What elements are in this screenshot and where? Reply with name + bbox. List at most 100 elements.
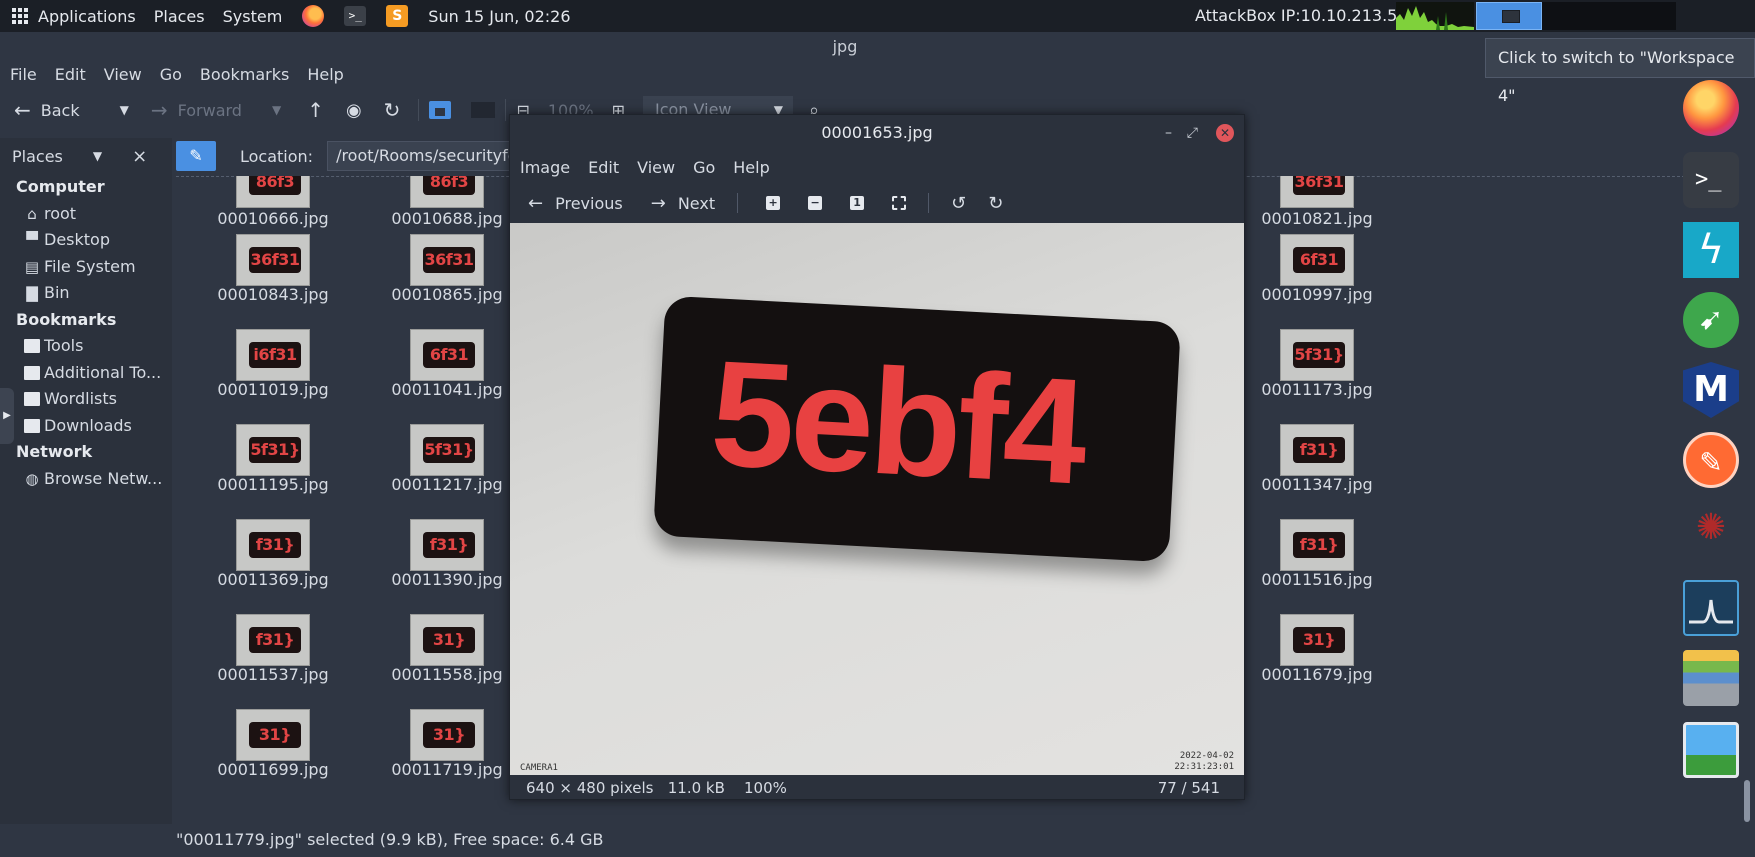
image-index: 77 / 541 [1157,779,1220,797]
workspace-3-button[interactable] [1476,2,1542,30]
previous-button[interactable]: ← Previous [528,193,623,214]
bug-icon[interactable]: ✺ [1683,508,1739,548]
system-menu[interactable]: System [223,7,283,26]
menu-file[interactable]: File [10,62,37,88]
location-input[interactable]: /root/Rooms/securityfo [327,141,518,171]
menu-edit[interactable]: Edit [588,158,619,177]
applications-menu[interactable]: Applications [12,7,136,26]
zoom-out-icon[interactable]: − [808,196,823,210]
burp-suite-icon[interactable]: ✎ [1683,432,1739,488]
next-label: Next [677,193,716,213]
file-icon-item[interactable]: 31} 00011679.jpg [1220,614,1400,709]
sidebar-item-downloads[interactable]: Downloads [0,413,172,440]
zoom-in-icon[interactable]: + [766,196,781,210]
sidebar-item-additional-tools[interactable]: Additional To... [0,360,172,387]
file-icon-item[interactable]: 5f31} 00011195.jpg [176,424,356,519]
sidebar-toggle-handle[interactable]: ▶ [0,388,14,444]
scrollbar[interactable] [1744,780,1750,822]
sidebar-item-tools[interactable]: Tools [0,333,172,360]
home-folder-icon[interactable] [429,101,452,119]
window-title: jpg [832,37,858,56]
file-manager-menubar: File Edit View Go Bookmarks Help [0,62,352,88]
file-icon-item[interactable]: 5f31} 00011173.jpg [1220,329,1400,424]
sidebar-item-label: Bin [44,283,70,302]
file-icon-item[interactable]: f31} 00011516.jpg [1220,519,1400,614]
next-button[interactable]: → Next [651,193,715,214]
file-icon-item[interactable]: 6f31 00011041.jpg [350,329,530,424]
file-icon-item[interactable]: 31} 00011719.jpg [350,709,530,804]
menu-image[interactable]: Image [520,158,570,177]
reload-icon[interactable]: ↻ [384,98,401,122]
menu-bookmarks[interactable]: Bookmarks [200,62,289,88]
terminal-icon[interactable]: >_ [1683,152,1739,208]
file-icon-item[interactable]: 31} 00011699.jpg [176,709,356,804]
computer-icon[interactable] [471,102,496,118]
file-icon-item[interactable]: f31} 00011369.jpg [176,519,356,614]
thumbnail-plate-text: 5f31} [1293,342,1345,368]
sidebar-item-file-system[interactable]: ▤ File System [0,254,172,281]
wireshark-icon[interactable] [1683,580,1739,636]
menu-edit[interactable]: Edit [55,62,86,88]
file-icon-item[interactable]: i6f31 00011019.jpg [176,329,356,424]
file-icon-item[interactable]: 31} 00011558.jpg [350,614,530,709]
sidebar-item-desktop[interactable]: ▀ Desktop [0,227,172,254]
menu-view[interactable]: View [104,62,142,88]
clock[interactable]: Sun 15 Jun, 02:26 [428,7,570,26]
edit-location-pencil-icon[interactable]: ✎ [176,141,216,171]
image-viewer-icon[interactable] [1683,722,1739,778]
thumbnail-plate-text: 36f31 [1293,176,1345,195]
file-icon-item[interactable]: 5f31} 00011217.jpg [350,424,530,519]
thumbnail-plate-text: f31} [1293,532,1345,558]
section-bookmarks: Bookmarks [16,309,117,329]
close-icon[interactable]: × [132,146,147,167]
file-icon-item[interactable]: f31} 00011537.jpg [176,614,356,709]
image-thumbnail: 6f31 [410,329,484,381]
rotate-right-icon[interactable]: ↻ [988,193,1003,214]
up-arrow-icon[interactable]: ↑ [307,98,324,122]
rocket-icon[interactable]: ➹ [1683,292,1739,348]
firefox-launcher-icon[interactable] [302,5,325,27]
stop-icon[interactable]: ◉ [346,100,362,121]
firefox-icon[interactable] [1683,80,1739,136]
zoom-normal-icon[interactable]: 1 [850,196,865,210]
menu-go[interactable]: Go [693,158,715,177]
close-icon[interactable]: ✕ [1216,124,1234,142]
menu-view[interactable]: View [637,158,675,177]
back-history-chevron-icon[interactable]: ▼ [120,103,129,117]
sublime-launcher-icon[interactable]: S [386,5,409,27]
zoom-fit-icon[interactable] [892,196,907,210]
file-icon-item[interactable]: f31} 00011390.jpg [350,519,530,614]
sidebar-title[interactable]: Places [12,147,63,166]
file-name: 00010843.jpg [217,285,329,304]
file-name: 00010865.jpg [391,285,503,304]
forward-button[interactable]: → Forward [151,98,242,122]
sidebar-item-wordlists[interactable]: Wordlists [0,386,172,413]
file-icon-item[interactable]: 6f31 00010997.jpg [1220,234,1400,329]
file-icon-item[interactable]: 36f31 00010843.jpg [176,234,356,329]
applications-label: Applications [38,6,136,26]
terminal-launcher-icon[interactable]: >_ [344,6,367,26]
sidebar-item-browse-network[interactable]: ◍ Browse Netw... [0,466,172,493]
file-icon-item[interactable]: 36f31 00010865.jpg [350,234,530,329]
sidebar-item-bin[interactable]: ▇ Bin [0,280,172,307]
back-button[interactable]: ← Back [14,98,80,122]
file-cabinet-icon[interactable] [1683,650,1739,706]
places-menu[interactable]: Places [154,7,205,26]
menu-help[interactable]: Help [733,158,769,177]
menu-help[interactable]: Help [307,62,343,88]
maximize-icon[interactable]: ⤢ [1187,115,1198,151]
minimize-icon[interactable]: – [1165,115,1172,151]
network-graph-icon [1396,2,1474,30]
menu-go[interactable]: Go [160,62,182,88]
image-timestamp: 2022-04-02 22:31:23:01 [1174,751,1234,773]
image-thumbnail: f31} [236,519,310,571]
workspace-4-button[interactable] [1542,2,1676,30]
arrow-left-icon: ← [528,192,544,214]
chevron-down-icon[interactable]: ▼ [93,149,102,163]
rotate-left-icon[interactable]: ↺ [951,193,966,214]
zap-icon[interactable]: ϟ [1683,222,1739,278]
sidebar-item-root[interactable]: ⌂ root [0,201,172,228]
metasploit-icon[interactable]: M [1683,362,1739,418]
file-icon-item[interactable]: f31} 00011347.jpg [1220,424,1400,519]
forward-history-chevron-icon[interactable]: ▼ [272,103,281,117]
